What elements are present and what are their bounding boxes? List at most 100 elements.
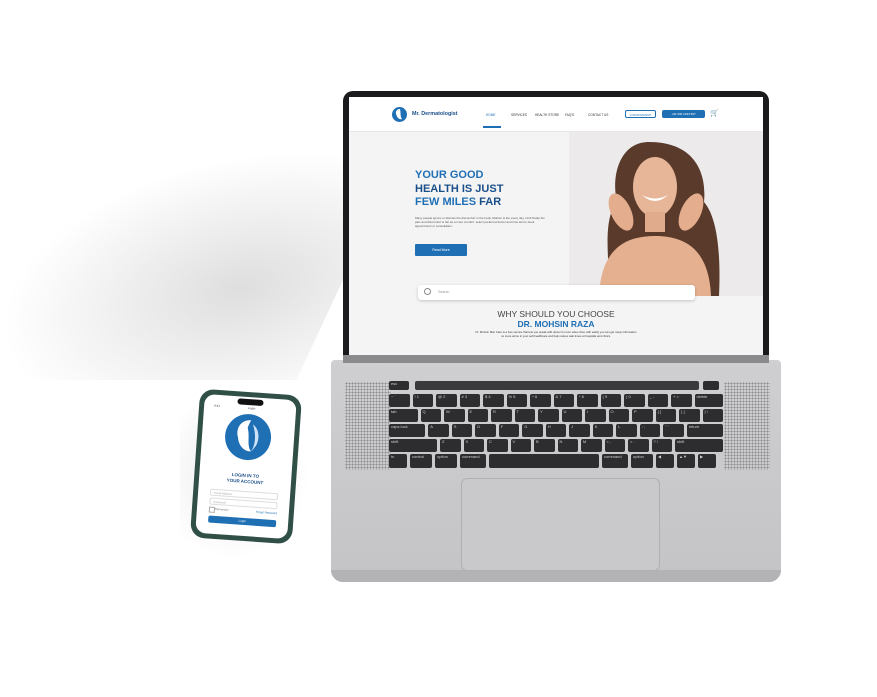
- keyboard-key[interactable]: option: [631, 454, 653, 468]
- keyboard-key[interactable]: * 8: [577, 394, 598, 407]
- search-input[interactable]: Search: [438, 290, 449, 294]
- keyboard-key[interactable]: % 5: [506, 394, 527, 407]
- keyboard-key[interactable]: | \: [702, 409, 723, 422]
- keyboard-key[interactable]: Z: [440, 439, 461, 452]
- keyboard-key[interactable]: fn: [389, 454, 407, 468]
- key-label: ( 9: [602, 394, 608, 399]
- keyboard-key[interactable]: command: [602, 454, 628, 468]
- keyboard-key[interactable]: tab: [389, 409, 418, 422]
- keyboard-key[interactable]: H: [545, 424, 567, 437]
- key-label: control: [412, 454, 425, 459]
- keyboard-key[interactable]: C: [487, 439, 508, 452]
- login-button[interactable]: Login: [208, 515, 277, 528]
- keyboard-key[interactable]: option: [435, 454, 457, 468]
- keyboard-key[interactable]: _ -: [647, 394, 668, 407]
- keyboard-key[interactable]: M: [581, 439, 602, 452]
- keyboard-key[interactable]: Y: [538, 409, 559, 422]
- why-choose-description: Dr. Mohsin Skin Care is a free service t…: [475, 330, 637, 338]
- key-label: ? /: [653, 439, 658, 444]
- key-label: ~ `: [391, 394, 396, 399]
- keyboard-key[interactable]: T: [514, 409, 535, 422]
- app-logo-icon: [223, 412, 273, 462]
- keyboard-key[interactable]: + =: [671, 394, 692, 407]
- keyboard-key[interactable]: K: [592, 424, 614, 437]
- key-label: fn: [391, 454, 395, 459]
- keyboard-key[interactable]: { [: [655, 409, 676, 422]
- keyboard-key[interactable]: ( 9: [600, 394, 621, 407]
- keyboard-key[interactable]: Q: [420, 409, 441, 422]
- nav-services[interactable]: SERVICES: [511, 113, 527, 117]
- keyboard-key[interactable]: " ': [663, 424, 684, 437]
- keyboard-key[interactable]: $ 4: [483, 394, 504, 407]
- logo-icon[interactable]: [392, 107, 407, 122]
- logo-text[interactable]: Mr. Dermatologist: [412, 111, 458, 117]
- keyboard[interactable]: esc ~ ` ! 1 @ 2 # 3 $ 4 % 5 ^ 6 & 7 * 8 ( 9 ) 0 _ - +…: [389, 378, 723, 474]
- forgot-password-link[interactable]: Forgot Password: [256, 510, 277, 515]
- nav-home[interactable]: HOME: [486, 113, 496, 117]
- keyboard-key[interactable]: < ,: [604, 439, 625, 452]
- nav-contact-us[interactable]: CONTACT US: [588, 113, 608, 117]
- keyboard-key[interactable]: A: [428, 424, 449, 437]
- keyboard-key[interactable]: delete: [694, 394, 723, 407]
- keyboard-key[interactable]: ^ 6: [530, 394, 551, 407]
- nav-health-store[interactable]: HEALTH STORE: [535, 113, 559, 117]
- keyboard-key[interactable]: > .: [628, 439, 649, 452]
- keyboard-key[interactable]: ? /: [651, 439, 672, 452]
- keyboard-key[interactable]: ~ `: [389, 394, 410, 407]
- keyboard-key[interactable]: # 3: [459, 394, 480, 407]
- keyboard-key[interactable]: return: [686, 424, 723, 437]
- touch-id-key[interactable]: [703, 381, 719, 390]
- keyboard-key[interactable]: command: [460, 454, 486, 468]
- keyboard-key[interactable]: ! 1: [412, 394, 433, 407]
- trackpad[interactable]: [461, 478, 660, 571]
- keyboard-key[interactable]: R: [491, 409, 512, 422]
- login-signup-button[interactable]: LOGIN/SIGNUP: [625, 110, 656, 118]
- keyboard-key[interactable]: esc: [389, 381, 409, 390]
- keyboard-key[interactable]: @ 2: [436, 394, 457, 407]
- keyboard-key[interactable]: G: [522, 424, 543, 437]
- keyboard-key[interactable]: ▲▼: [677, 454, 695, 468]
- keyboard-key[interactable]: E: [467, 409, 488, 422]
- keyboard-key[interactable]: L: [616, 424, 637, 437]
- keyboard-key[interactable]: control: [410, 454, 432, 468]
- key-label: M: [583, 439, 587, 444]
- keyboard-key[interactable]: [489, 454, 599, 468]
- keyboard-key[interactable]: & 7: [553, 394, 574, 407]
- right-speaker-grille: [724, 382, 770, 470]
- keyboard-key[interactable]: N: [557, 439, 578, 452]
- keyboard-key[interactable]: shift: [389, 439, 437, 452]
- keyboard-key[interactable]: ) 0: [624, 394, 645, 407]
- keyboard-key[interactable]: shift: [675, 439, 723, 452]
- keyboard-key[interactable]: F: [498, 424, 520, 437]
- phone-button[interactable]: +92 300 1234 567: [662, 110, 705, 118]
- keyboard-key[interactable]: } ]: [679, 409, 700, 422]
- search-icon: [424, 288, 431, 295]
- keyboard-key[interactable]: P: [632, 409, 653, 422]
- key-label: + =: [673, 394, 679, 399]
- keyboard-key[interactable]: I: [585, 409, 606, 422]
- keyboard-key[interactable]: B: [534, 439, 555, 452]
- read-more-button[interactable]: Read More: [415, 244, 467, 256]
- keyboard-key[interactable]: ▶: [698, 454, 716, 468]
- keyboard-key[interactable]: X: [463, 439, 484, 452]
- search-bar[interactable]: Search: [418, 285, 695, 300]
- key-label: B: [536, 439, 539, 444]
- cart-icon[interactable]: 🛒: [710, 109, 719, 117]
- touch-bar[interactable]: [415, 381, 699, 390]
- key-label: & 7: [555, 394, 562, 399]
- key-label: T: [516, 409, 519, 414]
- site-navbar: Mr. Dermatologist HOME SERVICES HEALTH S…: [349, 97, 763, 132]
- keyboard-key[interactable]: J: [569, 424, 590, 437]
- keyboard-key[interactable]: : ;: [639, 424, 661, 437]
- keyboard-key[interactable]: W: [444, 409, 465, 422]
- keyboard-key[interactable]: V: [510, 439, 531, 452]
- keyboard-key[interactable]: O: [608, 409, 629, 422]
- keyboard-key[interactable]: D: [475, 424, 496, 437]
- keyboard-key[interactable]: caps lock: [389, 424, 426, 437]
- nav-faqs[interactable]: FAQ'S: [565, 113, 574, 117]
- keyboard-key[interactable]: ◀: [656, 454, 674, 468]
- key-label: % 5: [508, 394, 516, 399]
- key-label: @ 2: [438, 394, 446, 399]
- keyboard-key[interactable]: U: [561, 409, 582, 422]
- keyboard-key[interactable]: S: [451, 424, 473, 437]
